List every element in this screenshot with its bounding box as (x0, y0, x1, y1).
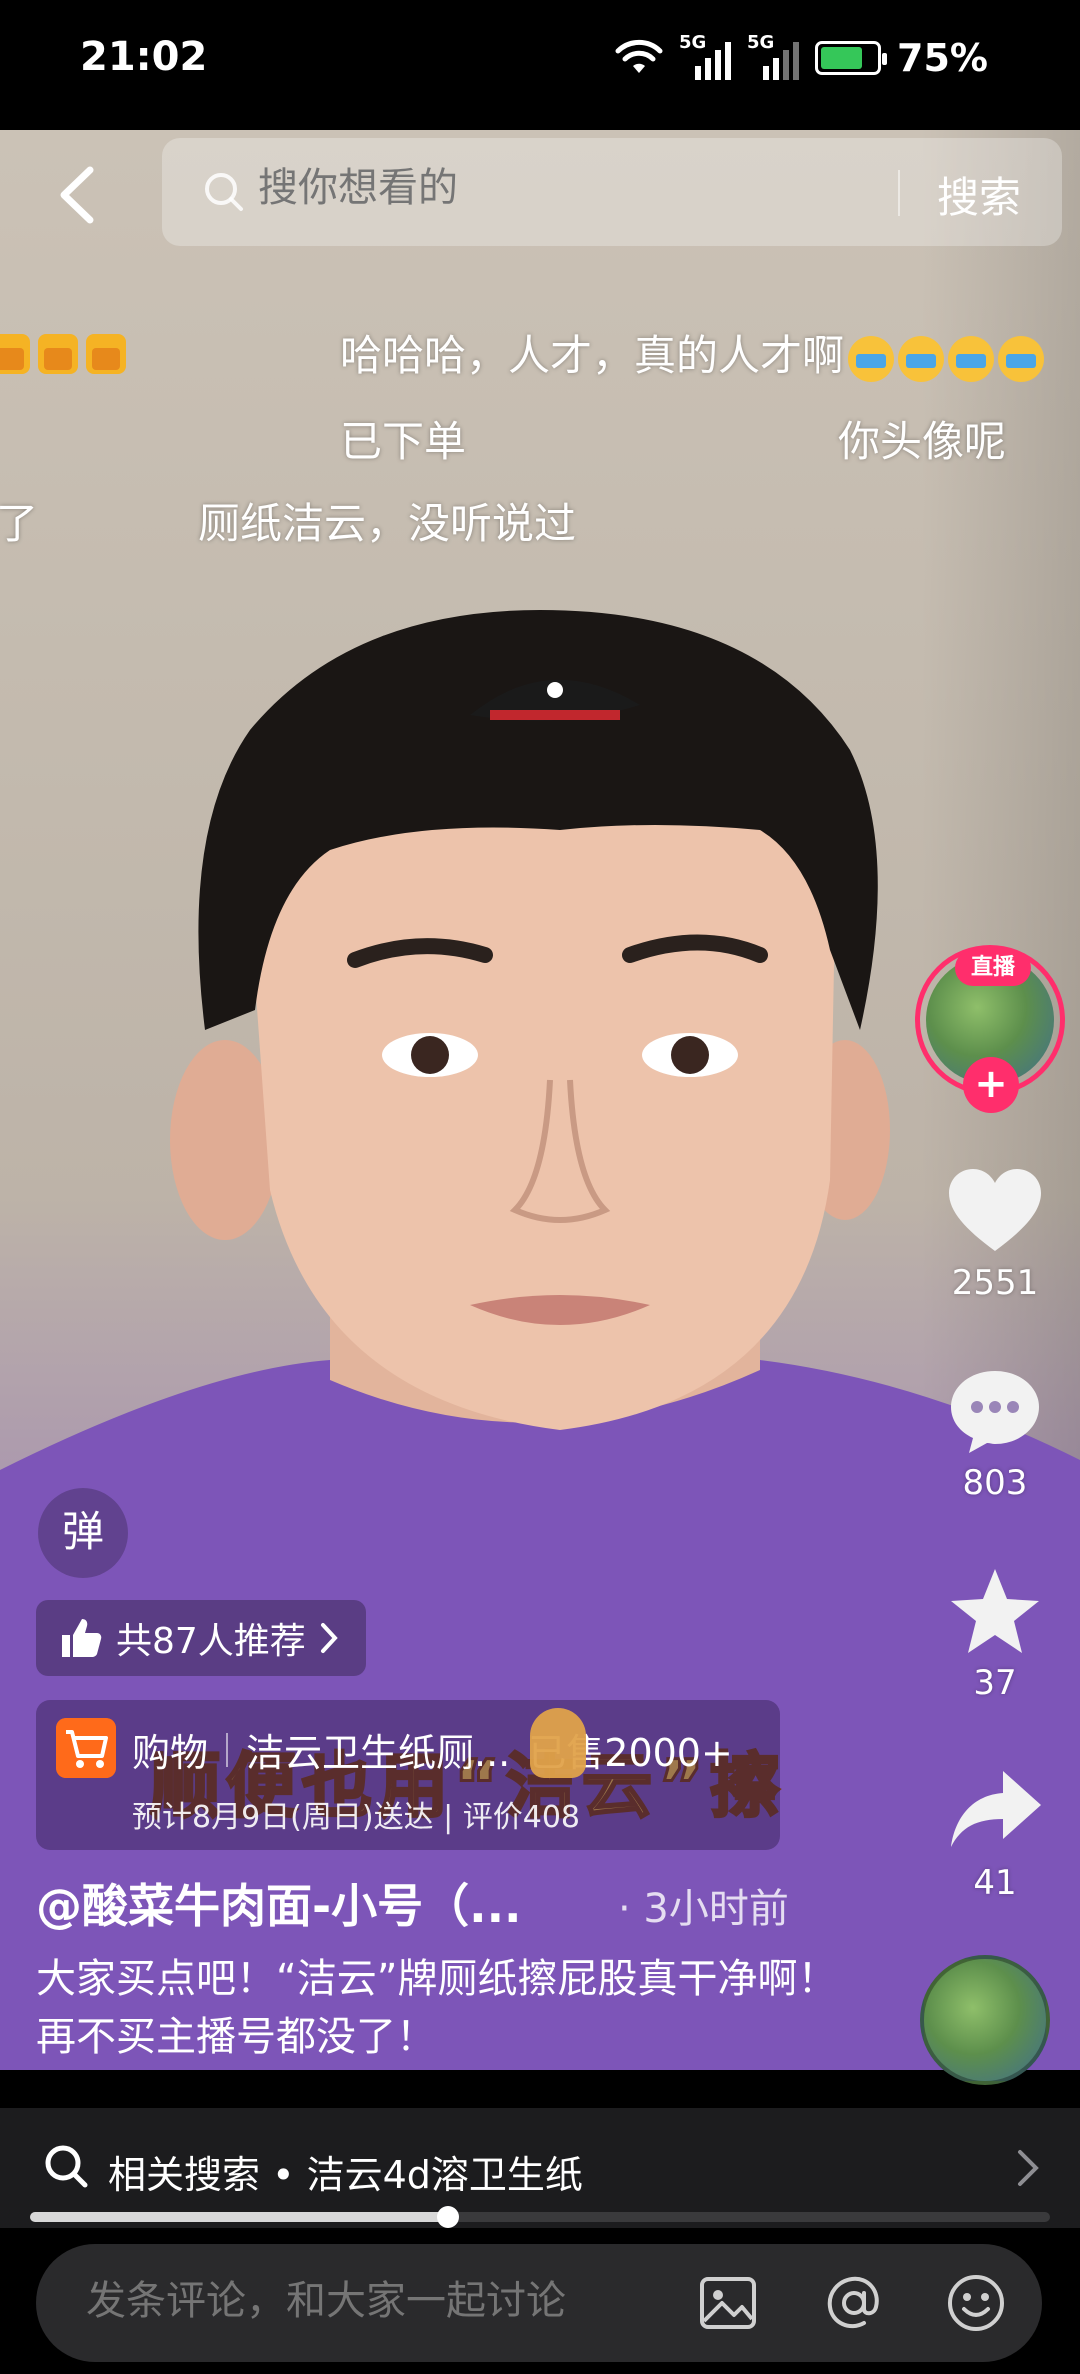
search-button[interactable]: 搜索 (937, 164, 1021, 225)
danmaku-item: 你头像呢 (838, 417, 1007, 466)
laughing-emoji (948, 335, 995, 382)
share-count: 41 (973, 1863, 1017, 1903)
video-progress-bar[interactable] (30, 2206, 1050, 2228)
follow-button[interactable]: + (963, 1057, 1019, 1113)
comment-bar (0, 2232, 1080, 2374)
thumbs-up-emoji (86, 333, 126, 374)
progress-fill (30, 2212, 449, 2222)
star-icon (951, 1569, 1039, 1653)
danmaku-thumbs (0, 326, 134, 375)
image-icon[interactable] (696, 2271, 760, 2335)
laughing-emoji (998, 335, 1045, 382)
laughing-emoji (898, 335, 945, 382)
share-button[interactable]: 41 (930, 1765, 1060, 1903)
recommend-text: 共87人推荐 (116, 1621, 306, 1662)
product-title: 洁云卫生纸厕... (246, 1731, 511, 1775)
battery-icon (815, 41, 888, 75)
wifi-icon (615, 39, 663, 73)
shop-category: 购物 (132, 1731, 209, 1775)
signal-icon-2: 5G (747, 32, 800, 80)
status-icons: 5G 5G 75% (615, 32, 988, 80)
thumbs-up-emoji (38, 333, 78, 374)
signal-icon: 5G (679, 32, 732, 80)
danmaku-item: 厕纸洁云，没听说过 (198, 499, 577, 548)
battery-percent: 75% (897, 36, 988, 80)
mascot-sticker (530, 1708, 586, 1778)
danmaku-item: 哈哈哈，人才，真的人才啊 (340, 322, 1045, 383)
status-bar: 21:02 5G 5G 75% (0, 0, 1080, 130)
search-icon (205, 173, 243, 211)
comment-count: 803 (962, 1463, 1028, 1503)
thumbs-up-icon (62, 1619, 102, 1657)
like-button[interactable]: 2551 (930, 1165, 1060, 1303)
status-time: 21:02 (80, 34, 208, 80)
related-search-bar[interactable]: 相关搜索 • 洁云4d溶卫生纸 (0, 2108, 1080, 2228)
heart-icon (949, 1169, 1041, 1251)
favorite-count: 37 (973, 1663, 1017, 1703)
chevron-right-icon (320, 1623, 338, 1653)
search-bar[interactable]: 搜索 (162, 138, 1062, 246)
post-time: · 3小时前 (618, 1886, 789, 1932)
search-input[interactable] (258, 165, 818, 211)
at-mention-icon[interactable] (822, 2271, 886, 2335)
music-disc[interactable] (920, 1955, 1050, 2085)
delivery-info: 预计8月9日(周日)送达 | 评价408 (132, 1800, 581, 1835)
danmaku-item: 已下单 (340, 417, 467, 466)
recommend-pill[interactable]: 共87人推荐 (36, 1600, 366, 1676)
video-description: 大家买点吧！“洁云”牌厕纸擦屁股真干净啊！再不买主播号都没了！ (36, 1956, 838, 2060)
search-icon (45, 2145, 88, 2188)
comment-box[interactable] (36, 2244, 1042, 2362)
shopping-cart-icon (56, 1718, 116, 1778)
like-count: 2551 (951, 1263, 1039, 1303)
author-name[interactable]: @酸菜牛肉面-小号（... (36, 1870, 522, 1936)
related-search-text: 相关搜索 • 洁云4d溶卫生纸 (108, 2153, 583, 2197)
thumbs-up-emoji (0, 333, 30, 374)
shopping-card[interactable]: 购物 洁云卫生纸厕... 已售2000+ 预计8月9日(周日)送达 | 评价40… (36, 1700, 780, 1850)
back-arrow-icon[interactable] (50, 160, 110, 230)
share-arrow-icon (951, 1771, 1041, 1847)
laughing-emoji (848, 335, 895, 382)
live-badge: 直播 (955, 950, 1031, 986)
comment-button[interactable]: 803 (930, 1365, 1060, 1503)
danmaku-toggle-button[interactable]: 弹 (38, 1488, 128, 1578)
emoji-icon[interactable] (944, 2271, 1008, 2335)
danmaku-item: 了 (0, 499, 39, 548)
comment-input[interactable] (86, 2278, 646, 2324)
favorite-button[interactable]: 37 (930, 1565, 1060, 1703)
comment-bubble-icon (951, 1371, 1039, 1453)
chevron-right-icon (1018, 2150, 1039, 2186)
